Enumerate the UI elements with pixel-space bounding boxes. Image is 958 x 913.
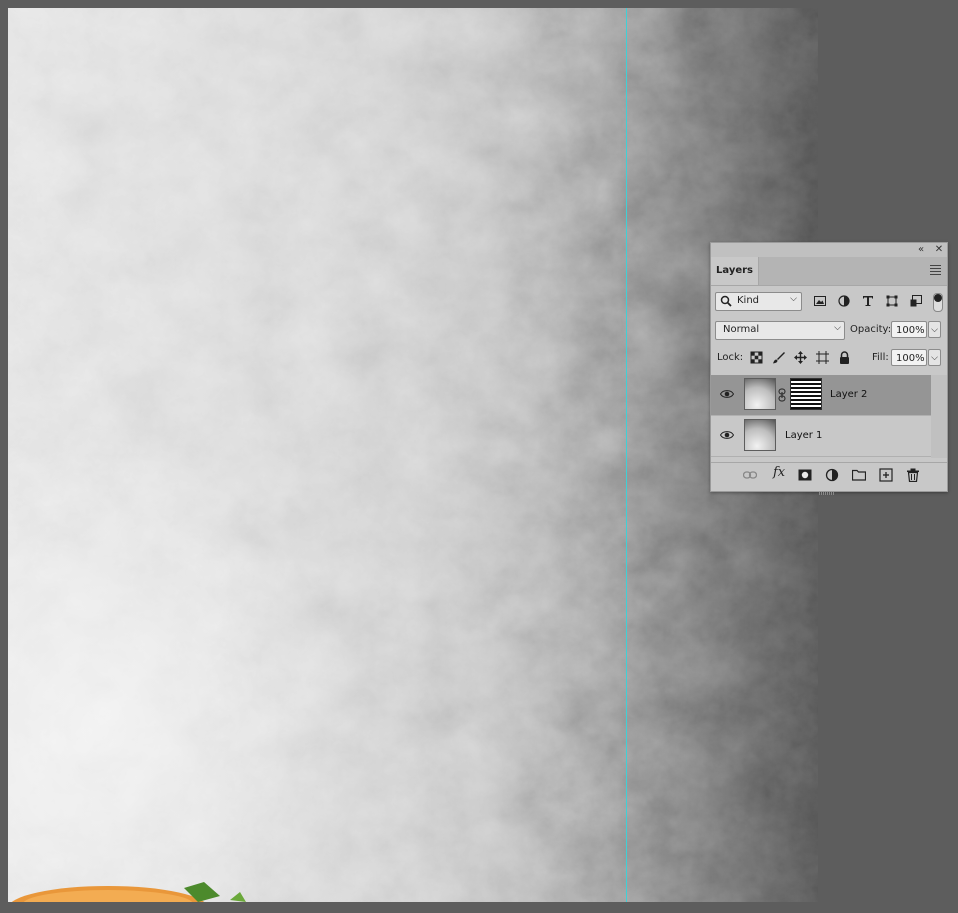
opacity-label: Opacity: bbox=[850, 324, 892, 335]
fx-icon[interactable]: fx bbox=[773, 465, 785, 480]
blend-mode-select[interactable]: Normal ⌵ bbox=[715, 321, 845, 340]
chevron-down-icon: ⌵ bbox=[834, 323, 841, 333]
opacity-dropdown-icon[interactable]: ⌵ bbox=[928, 321, 941, 338]
orange-fruit-image bbox=[11, 882, 246, 902]
panel-resize-grip[interactable] bbox=[819, 487, 839, 495]
layers-scrollbar[interactable] bbox=[931, 375, 947, 458]
fill-input[interactable]: 100% bbox=[891, 349, 927, 366]
layer-filter-row: Kind ⌵ bbox=[711, 290, 947, 312]
visibility-eye-icon[interactable] bbox=[720, 430, 734, 440]
adjustment-layer-icon[interactable] bbox=[825, 468, 839, 482]
lock-all-icon[interactable] bbox=[838, 351, 851, 364]
delete-layer-icon[interactable] bbox=[906, 468, 920, 482]
concrete-texture bbox=[8, 8, 818, 902]
layer-mask-thumbnail[interactable] bbox=[790, 378, 822, 410]
layer-row-layer-1[interactable]: Layer 1 bbox=[711, 416, 931, 457]
lock-artboard-icon[interactable] bbox=[816, 351, 829, 364]
type-filter-icon[interactable] bbox=[862, 295, 874, 307]
shape-filter-icon[interactable] bbox=[886, 295, 898, 307]
document-canvas[interactable] bbox=[8, 8, 818, 902]
vertical-guide-line[interactable] bbox=[626, 8, 627, 902]
close-panel-icon[interactable]: ✕ bbox=[933, 244, 945, 256]
adjustment-filter-icon[interactable] bbox=[838, 295, 850, 307]
search-icon bbox=[720, 295, 732, 307]
panel-tab-bar: Layers bbox=[711, 257, 947, 286]
new-group-icon[interactable] bbox=[852, 468, 866, 482]
filter-kind-select[interactable]: Kind ⌵ bbox=[715, 292, 802, 311]
mask-link-icon[interactable] bbox=[778, 388, 786, 402]
panel-menu-icon[interactable] bbox=[930, 265, 941, 276]
lock-fill-row: Lock: Fill: 100% ⌵ bbox=[711, 347, 947, 369]
new-layer-icon[interactable] bbox=[879, 468, 893, 482]
layer-thumbnail[interactable] bbox=[744, 419, 776, 451]
layer-row-layer-2[interactable]: Layer 2 bbox=[711, 375, 931, 416]
blend-mode-value: Normal bbox=[723, 324, 760, 335]
image-filter-icon[interactable] bbox=[814, 295, 826, 307]
layers-panel: « ✕ Layers Kind ⌵ Normal ⌵ Opacity: 100%… bbox=[710, 242, 948, 495]
opacity-input[interactable]: 100% bbox=[891, 321, 927, 338]
lock-image-pixels-icon[interactable] bbox=[772, 351, 785, 364]
add-mask-icon[interactable] bbox=[798, 468, 812, 482]
lock-position-icon[interactable] bbox=[794, 351, 807, 364]
smart-object-filter-icon[interactable] bbox=[910, 295, 922, 307]
panel-title-bar[interactable]: « ✕ bbox=[711, 243, 947, 257]
lock-transparent-pixels-icon[interactable] bbox=[750, 351, 763, 364]
link-layers-icon[interactable] bbox=[743, 468, 757, 482]
layer-name[interactable]: Layer 2 bbox=[830, 389, 867, 400]
filter-toggle-switch[interactable] bbox=[933, 293, 943, 312]
visibility-eye-icon[interactable] bbox=[720, 389, 734, 399]
filter-kind-value: Kind bbox=[737, 295, 760, 306]
lock-label: Lock: bbox=[717, 352, 744, 363]
collapse-panel-icon[interactable]: « bbox=[915, 244, 927, 256]
tab-layers[interactable]: Layers bbox=[711, 257, 759, 285]
chevron-down-icon: ⌵ bbox=[790, 294, 797, 304]
fill-label: Fill: bbox=[872, 352, 889, 363]
layer-name[interactable]: Layer 1 bbox=[785, 430, 822, 441]
layer-thumbnail[interactable] bbox=[744, 378, 776, 410]
layers-list: Layer 2 Layer 1 bbox=[711, 375, 931, 458]
blend-opacity-row: Normal ⌵ Opacity: 100% ⌵ bbox=[711, 319, 947, 341]
fill-dropdown-icon[interactable]: ⌵ bbox=[928, 349, 941, 366]
panel-bottom-toolbar: fx bbox=[711, 462, 947, 487]
